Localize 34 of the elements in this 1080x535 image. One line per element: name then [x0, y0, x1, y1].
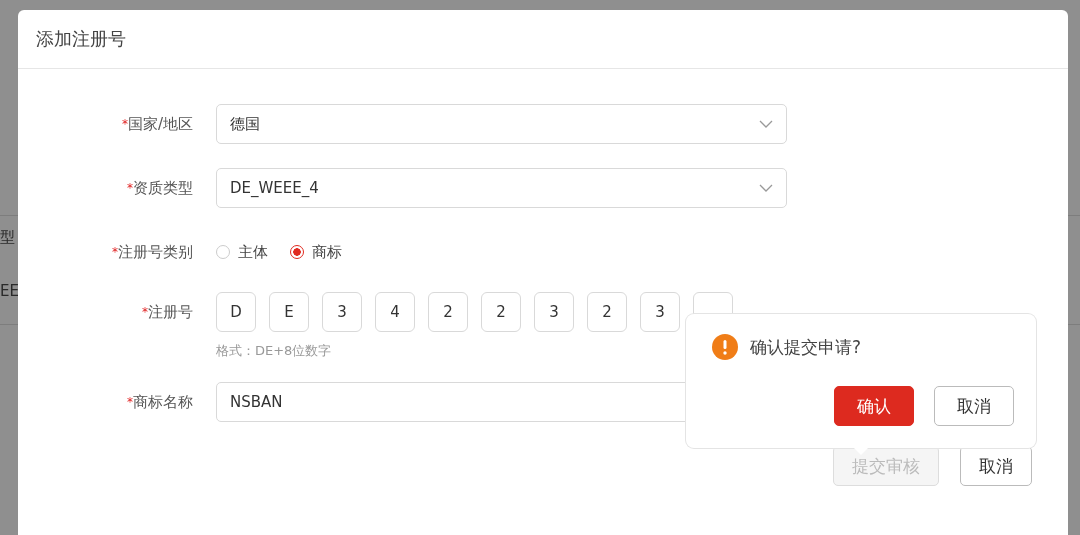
- field-label: 注册号: [148, 303, 193, 321]
- code-char-field[interactable]: 3: [322, 292, 362, 332]
- confirm-button[interactable]: 确认: [834, 386, 914, 426]
- chevron-down-icon: [759, 120, 773, 128]
- field-label: 资质类型: [133, 179, 193, 197]
- warning-icon: [712, 334, 738, 360]
- code-char-field[interactable]: E: [269, 292, 309, 332]
- radio-option[interactable]: 商标: [290, 242, 342, 262]
- code-char-field[interactable]: 3: [640, 292, 680, 332]
- required-mark: *: [142, 305, 148, 319]
- field-label: 注册号类别: [118, 243, 193, 261]
- background-text: 型: [0, 228, 15, 247]
- background-text: EE: [0, 282, 19, 300]
- field-label: 商标名称: [133, 393, 193, 411]
- dialog-button[interactable]: 取消: [960, 446, 1032, 486]
- code-char-field[interactable]: 2: [481, 292, 521, 332]
- code-char-field[interactable]: 3: [534, 292, 574, 332]
- format-hint: 格式：DE+8位数字: [216, 342, 332, 360]
- code-char-field[interactable]: 4: [375, 292, 415, 332]
- code-char-field[interactable]: 2: [428, 292, 468, 332]
- radio-option[interactable]: 主体: [216, 242, 268, 262]
- select-field[interactable]: 德国: [216, 104, 787, 144]
- required-mark: *: [112, 245, 118, 259]
- code-char-field[interactable]: D: [216, 292, 256, 332]
- dialog-title: 添加注册号: [36, 27, 126, 51]
- field-label: 国家/地区: [127, 115, 193, 133]
- required-mark: *: [127, 181, 133, 195]
- select-field[interactable]: DE_WEEE_4: [216, 168, 787, 208]
- required-mark: *: [127, 395, 133, 409]
- code-char-field[interactable]: 2: [587, 292, 627, 332]
- required-mark: *: [121, 117, 128, 131]
- confirm-message: 确认提交申请?: [750, 335, 862, 359]
- chevron-down-icon: [759, 184, 773, 192]
- cancel-button[interactable]: 取消: [934, 386, 1014, 426]
